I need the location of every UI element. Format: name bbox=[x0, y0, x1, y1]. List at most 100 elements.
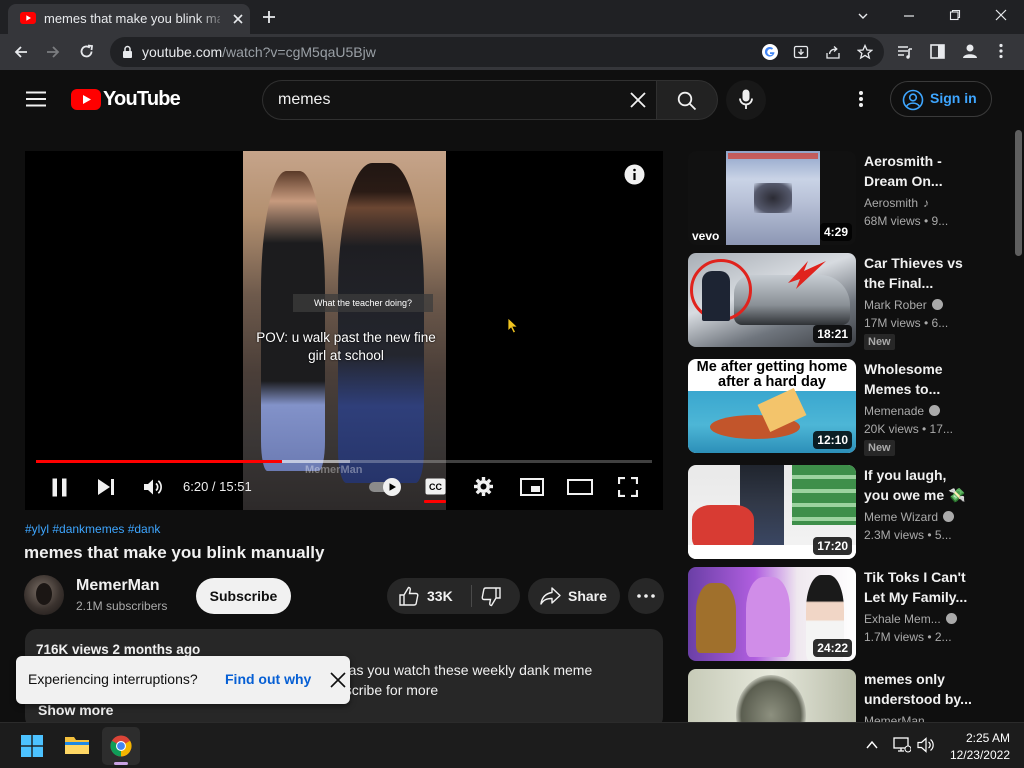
youtube-favicon-icon bbox=[20, 12, 36, 24]
recommendation-item[interactable]: 17:20 If you laugh, you owe me 💸 Meme Wi… bbox=[688, 465, 1008, 561]
like-thumb-icon[interactable] bbox=[399, 586, 419, 606]
media-controls-icon[interactable] bbox=[897, 44, 914, 60]
browser-tab[interactable]: memes that make you blink manually - You… bbox=[8, 4, 250, 34]
profile-icon[interactable] bbox=[962, 43, 978, 59]
video-thumbnail[interactable] bbox=[688, 669, 856, 722]
restore-icon[interactable] bbox=[949, 9, 961, 21]
scrollbar-thumb[interactable] bbox=[1015, 130, 1022, 256]
tab-search-chevron-icon[interactable] bbox=[857, 10, 869, 22]
rec-video-title[interactable]: Car Thieves vs the Final... bbox=[864, 253, 974, 293]
search-icon bbox=[677, 91, 697, 111]
find-out-why-link[interactable]: Find out why bbox=[225, 671, 311, 687]
rec-video-title[interactable]: Tik Toks I Can't Let My Family... bbox=[864, 567, 974, 607]
rec-channel-name[interactable]: Meme Wizard bbox=[864, 510, 955, 524]
forward-arrow-icon[interactable] bbox=[45, 44, 61, 60]
window-close-icon[interactable] bbox=[995, 9, 1007, 21]
show-more-button[interactable]: Show more bbox=[38, 702, 113, 718]
rec-channel-name[interactable]: Memenade bbox=[864, 404, 941, 418]
closed-captions-icon[interactable]: CC bbox=[425, 478, 446, 495]
sign-in-button[interactable]: Sign in bbox=[890, 81, 992, 117]
next-video-icon[interactable] bbox=[97, 478, 115, 496]
windows-start-icon[interactable] bbox=[21, 735, 43, 757]
recommendation-item[interactable]: 18:21 Car Thieves vs the Final... Mark R… bbox=[688, 253, 1008, 350]
dollar-bill-portrait bbox=[736, 675, 806, 722]
lock-icon[interactable] bbox=[122, 45, 133, 59]
volume-icon[interactable] bbox=[143, 477, 163, 497]
network-icon[interactable] bbox=[893, 736, 911, 754]
back-arrow-icon[interactable] bbox=[13, 44, 29, 60]
new-tab-icon[interactable] bbox=[261, 9, 277, 25]
recommendation-item[interactable]: memes only understood by... MemerMan bbox=[688, 669, 1008, 722]
toast-message: Experiencing interruptions? bbox=[28, 671, 198, 687]
browser-menu-icon[interactable] bbox=[998, 43, 1004, 59]
chrome-icon bbox=[110, 735, 132, 757]
progress-bar[interactable] bbox=[36, 460, 652, 463]
info-icon[interactable] bbox=[624, 164, 645, 185]
video-thumbnail[interactable]: Me after getting home after a hard day 1… bbox=[688, 359, 856, 453]
search-input[interactable]: memes bbox=[262, 80, 656, 120]
video-duration: 4:29 bbox=[819, 223, 852, 241]
rec-channel-name[interactable]: Exhale Mem... bbox=[864, 612, 957, 626]
like-dislike-group: 33K bbox=[387, 578, 520, 614]
file-explorer-icon[interactable] bbox=[64, 734, 90, 756]
miniplayer-icon[interactable] bbox=[520, 478, 544, 496]
toast-close-icon[interactable] bbox=[328, 670, 348, 690]
fullscreen-icon[interactable] bbox=[618, 477, 638, 497]
rec-video-title[interactable]: If you laugh, you owe me 💸 bbox=[864, 465, 974, 505]
theater-mode-icon[interactable] bbox=[567, 479, 593, 495]
search-button[interactable] bbox=[656, 80, 718, 120]
thumbnail-person-shape bbox=[702, 271, 730, 321]
video-player[interactable]: What the teacher doing? POV: u walk past… bbox=[25, 151, 663, 510]
install-app-icon[interactable] bbox=[793, 44, 809, 60]
bookmark-star-icon[interactable] bbox=[857, 44, 873, 60]
video-thumbnail[interactable]: vevo 4:29 bbox=[688, 151, 856, 245]
rec-channel-name[interactable]: Aerosmith ♪ bbox=[864, 196, 929, 210]
address-bar[interactable]: youtube.com/watch?v=cgM5qaU5Bjw bbox=[110, 37, 884, 67]
clear-search-icon[interactable] bbox=[629, 91, 647, 109]
video-thumbnail[interactable]: 17:20 bbox=[688, 465, 856, 559]
subscribe-button[interactable]: Subscribe bbox=[196, 578, 291, 614]
like-count[interactable]: 33K bbox=[427, 588, 453, 604]
pause-icon[interactable] bbox=[51, 478, 68, 497]
dislike-thumb-icon[interactable] bbox=[481, 587, 501, 607]
chrome-taskbar-button[interactable] bbox=[102, 727, 140, 765]
share-page-icon[interactable] bbox=[825, 44, 841, 60]
video-thumbnail[interactable]: 18:21 bbox=[688, 253, 856, 347]
settings-kebab-icon[interactable] bbox=[858, 90, 864, 108]
tab-close-icon[interactable] bbox=[231, 12, 245, 26]
system-tray-chevron-icon[interactable] bbox=[865, 738, 879, 752]
video-duration: 24:22 bbox=[813, 639, 852, 657]
video-thumbnail[interactable]: 24:22 bbox=[688, 567, 856, 661]
rec-channel-name[interactable]: Mark Rober bbox=[864, 298, 943, 312]
hamburger-menu-icon[interactable] bbox=[26, 91, 46, 107]
minimize-icon[interactable] bbox=[903, 10, 915, 22]
taskbar-clock-date[interactable]: 12/23/2022 bbox=[944, 748, 1010, 762]
google-icon[interactable] bbox=[761, 43, 779, 61]
reload-icon[interactable] bbox=[78, 43, 95, 60]
video-caption-main: POV: u walk past the new fine girl at sc… bbox=[256, 330, 436, 363]
voice-search-button[interactable] bbox=[726, 80, 766, 120]
settings-gear-icon[interactable] bbox=[473, 476, 494, 497]
speaker-volume-icon[interactable] bbox=[917, 736, 935, 754]
channel-name[interactable]: MemerMan bbox=[76, 577, 160, 595]
recommendation-item[interactable]: Me after getting home after a hard day 1… bbox=[688, 359, 1008, 456]
share-button[interactable]: Share bbox=[528, 578, 620, 614]
video-duration: 17:20 bbox=[813, 537, 852, 555]
rec-video-title[interactable]: Wholesome Memes to... bbox=[864, 359, 974, 399]
youtube-play-logo-icon bbox=[71, 89, 101, 110]
mouse-cursor-icon bbox=[507, 317, 519, 334]
autoplay-toggle-icon[interactable] bbox=[368, 477, 402, 497]
side-panel-icon[interactable] bbox=[930, 44, 945, 59]
channel-avatar[interactable] bbox=[24, 575, 64, 615]
rec-channel-name[interactable]: MemerMan bbox=[864, 714, 925, 722]
video-hashtags[interactable]: #ylyl #dankmemes #dank bbox=[25, 522, 160, 536]
microphone-icon bbox=[739, 89, 753, 111]
pink-figure-shape bbox=[746, 577, 790, 657]
progress-played bbox=[36, 460, 283, 463]
recommendation-item[interactable]: vevo 4:29 Aerosmith - Dream On... Aerosm… bbox=[688, 151, 1008, 247]
taskbar-clock-time[interactable]: 2:25 AM bbox=[962, 731, 1010, 745]
more-actions-button[interactable] bbox=[628, 578, 664, 614]
recommendation-item[interactable]: 24:22 Tik Toks I Can't Let My Family... … bbox=[688, 567, 1008, 663]
rec-video-title[interactable]: Aerosmith - Dream On... bbox=[864, 151, 974, 191]
rec-video-title[interactable]: memes only understood by... bbox=[864, 669, 974, 709]
